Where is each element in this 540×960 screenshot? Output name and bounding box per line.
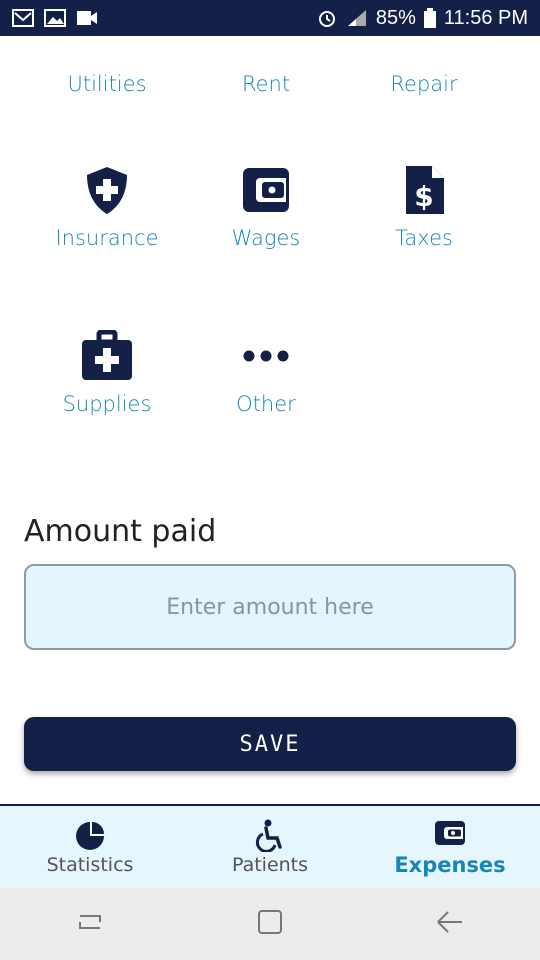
save-button[interactable]: SAVE [24, 717, 516, 771]
signal-icon [347, 10, 366, 26]
category-label: Taxes [395, 226, 453, 250]
back-arrow-icon [437, 910, 462, 933]
category-label: Utilities [67, 72, 147, 96]
ellipsis-icon [238, 328, 294, 384]
pie-chart-icon [76, 822, 104, 850]
repair-icon [396, 36, 452, 64]
back-button[interactable] [434, 906, 466, 943]
category-rent[interactable]: Rent [186, 36, 346, 96]
home-icon [258, 909, 282, 934]
category-label: Other [236, 392, 296, 416]
expense-form: Utilities Rent Repair Insurance Wages $ … [0, 36, 540, 804]
tab-statistics[interactable]: Statistics [0, 806, 180, 888]
gallery-icon [44, 9, 66, 27]
category-repair[interactable]: Repair [344, 36, 504, 96]
category-other[interactable]: Other [186, 328, 346, 416]
category-label: Insurance [55, 226, 159, 250]
wallet-icon [435, 821, 465, 845]
wallet-icon [238, 162, 294, 218]
shield-plus-icon [79, 162, 135, 218]
tab-label: Patients [231, 854, 309, 876]
gmail-icon [12, 9, 34, 27]
rent-icon [238, 36, 294, 64]
video-icon [77, 11, 97, 25]
bottom-tab-bar: Statistics Patients Expenses [0, 804, 540, 888]
category-label: Supplies [62, 392, 152, 416]
wheelchair-icon [255, 819, 282, 852]
category-insurance[interactable]: Insurance [27, 162, 187, 250]
battery-percentage: 85% [375, 6, 416, 29]
status-time: 11:56 PM [443, 6, 528, 29]
system-nav-bar [0, 888, 540, 960]
tab-label: Expenses [394, 853, 506, 877]
recent-apps-button[interactable] [74, 906, 106, 943]
dollar-document-icon: $ [396, 162, 452, 218]
alarm-icon [318, 11, 335, 27]
svg-text:$: $ [414, 180, 433, 213]
category-taxes[interactable]: $ Taxes [344, 162, 504, 250]
category-label: Repair [390, 72, 458, 96]
status-bar: 85% 11:56 PM [0, 0, 540, 36]
tab-label: Statistics [46, 854, 134, 876]
tab-expenses[interactable]: Expenses [360, 806, 540, 888]
category-utilities[interactable]: Utilities [27, 36, 187, 96]
amount-paid-label: Amount paid [24, 514, 217, 549]
utilities-icon [79, 36, 135, 64]
first-aid-kit-icon [79, 328, 135, 384]
category-label: Rent [241, 72, 291, 96]
battery-icon [423, 8, 436, 28]
category-wages[interactable]: Wages [186, 162, 346, 250]
category-label: Wages [231, 226, 301, 250]
home-button[interactable] [254, 906, 286, 943]
category-supplies[interactable]: Supplies [27, 328, 187, 416]
amount-input[interactable] [24, 564, 516, 650]
tab-patients[interactable]: Patients [180, 806, 360, 888]
recent-apps-icon [79, 914, 101, 929]
